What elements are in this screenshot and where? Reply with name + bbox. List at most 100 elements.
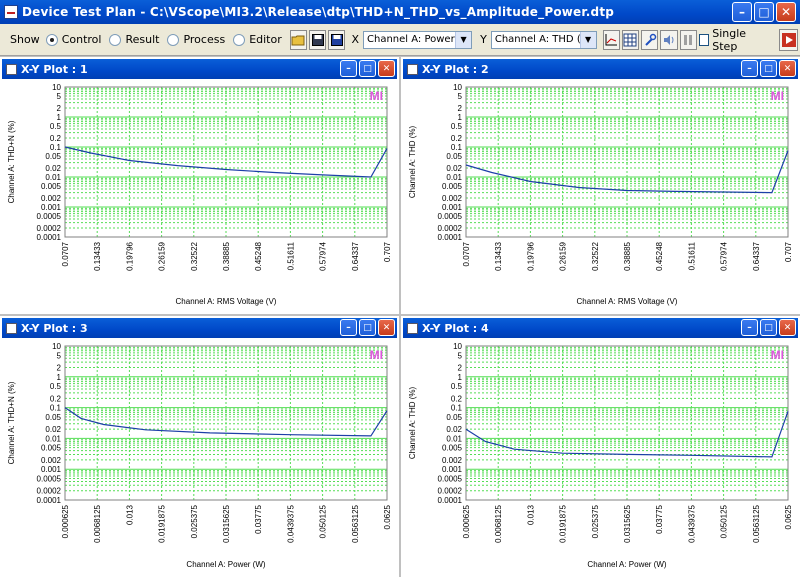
y-axis-title: Channel A: THD+N (%): [7, 120, 16, 203]
wrench-icon: [644, 33, 656, 46]
y-tick-label: 0.1: [451, 143, 463, 152]
close-button[interactable]: ✕: [779, 319, 796, 336]
plot-window-3-title: X-Y Plot : 3: [21, 321, 88, 335]
x-tick-label: 0.050125: [720, 504, 729, 538]
plot-window-3-buttons: – □ ✕: [340, 319, 395, 336]
save-as-button[interactable]: [328, 29, 346, 50]
x-channel-select[interactable]: Channel A: Power (W) ▼: [363, 30, 473, 49]
single-step-checkbox[interactable]: [698, 33, 710, 46]
maximize-button[interactable]: □: [359, 319, 376, 336]
radio-control-label: Control: [61, 33, 102, 46]
open-folder-button[interactable]: [289, 29, 307, 50]
close-button[interactable]: ✕: [378, 319, 395, 336]
minimize-button[interactable]: –: [340, 319, 357, 336]
x-tick-label: 0.0707: [462, 241, 471, 266]
minimize-button[interactable]: –: [732, 2, 752, 22]
x-tick-label: 0.0707: [61, 241, 70, 266]
y-tick-label: 0.001: [442, 465, 463, 474]
y-tick-label: 0.0002: [438, 224, 463, 233]
open-folder-icon: [291, 35, 305, 45]
maximize-button[interactable]: □: [359, 60, 376, 77]
show-label: Show: [10, 33, 40, 46]
y-tick-label: 0.1: [451, 404, 463, 413]
radio-process[interactable]: Process: [167, 33, 225, 46]
maximize-button[interactable]: □: [754, 2, 774, 22]
plot-window-3-titlebar[interactable]: X-Y Plot : 3 – □ ✕: [2, 318, 397, 338]
tools-button[interactable]: [641, 29, 659, 50]
mi-watermark: MI: [370, 89, 383, 103]
y-tick-label: 1: [57, 113, 62, 122]
chevron-down-icon[interactable]: ▼: [455, 31, 472, 48]
maximize-button[interactable]: □: [760, 60, 777, 77]
minimize-button[interactable]: –: [340, 60, 357, 77]
chevron-down-icon[interactable]: ▼: [579, 31, 596, 48]
y-tick-label: 0.5: [451, 382, 463, 391]
y-tick-label: 1: [458, 113, 463, 122]
y-tick-label: 2: [57, 104, 62, 113]
y-tick-label: 0.01: [446, 173, 462, 182]
radio-process-dot[interactable]: [167, 33, 180, 46]
x-tick-label: 0.050125: [319, 504, 328, 538]
save-button[interactable]: [308, 29, 327, 50]
xy-plot-3[interactable]: 105210.50.20.10.050.020.010.0050.0020.00…: [2, 338, 397, 575]
y-tick-label: 0.0005: [438, 474, 463, 483]
close-button[interactable]: ✕: [779, 60, 796, 77]
window-title: Device Test Plan - C:\VScope\MI3.2\Relea…: [22, 5, 615, 19]
close-button[interactable]: ✕: [776, 2, 796, 22]
radio-control[interactable]: Control: [45, 33, 102, 46]
radio-result-dot[interactable]: [109, 33, 122, 46]
close-button[interactable]: ✕: [378, 60, 395, 77]
radio-result[interactable]: Result: [109, 33, 159, 46]
plot-window-icon: [407, 322, 418, 334]
x-tick-label: 0.0315625: [222, 504, 231, 542]
x-tick-label: 0.025375: [190, 504, 199, 538]
plot-window-2-titlebar[interactable]: X-Y Plot : 2 – □ ✕: [403, 59, 798, 79]
plot-window-4-titlebar[interactable]: X-Y Plot : 4 – □ ✕: [403, 318, 798, 338]
x-tick-label: 0.0191875: [158, 504, 167, 542]
x-tick-label: 0.57974: [319, 241, 328, 270]
xy-plot-1[interactable]: 105210.50.20.10.050.020.010.0050.0020.00…: [2, 79, 397, 312]
x-tick-label: 0.26159: [559, 241, 568, 270]
plot-window-4-title: X-Y Plot : 4: [422, 321, 489, 335]
run-button[interactable]: [779, 28, 798, 51]
table-button[interactable]: [621, 29, 640, 50]
y-tick-label: 0.2: [50, 134, 62, 143]
y-tick-label: 10: [453, 83, 462, 92]
mi-watermark: MI: [370, 348, 383, 362]
caption-buttons: – □ ✕: [732, 2, 796, 22]
minimize-button[interactable]: –: [741, 319, 758, 336]
xy-plot-4[interactable]: 105210.50.20.10.050.020.010.0050.0020.00…: [403, 338, 798, 575]
plot-type-button[interactable]: [602, 29, 620, 50]
pause-button[interactable]: [679, 29, 697, 50]
x-tick-label: 0.38885: [623, 241, 632, 270]
x-tick-label: 0.45248: [254, 241, 263, 270]
y-tick-label: 0.1: [50, 404, 62, 413]
plot-window-4-buttons: – □ ✕: [741, 319, 796, 336]
y-tick-label: 0.0001: [438, 233, 463, 242]
audio-button[interactable]: [660, 29, 678, 50]
radio-control-dot[interactable]: [45, 33, 58, 46]
plot-window-3[interactable]: X-Y Plot : 3 – □ ✕ 10 5 2 1 0.5 0.2 0.1 0.05 0.0…: [0, 316, 399, 577]
main-titlebar[interactable]: Device Test Plan - C:\VScope\MI3.2\Relea…: [0, 0, 800, 24]
maximize-button[interactable]: □: [760, 319, 777, 336]
y-channel-select[interactable]: Channel A: THD (%) ▼: [490, 30, 597, 49]
plot-window-2-title: X-Y Plot : 2: [422, 62, 489, 76]
plot-window-1[interactable]: X-Y Plot : 1 – □ ✕ 10 5 2 1 0.5 0.2 0.1 0.05 0.0…: [0, 57, 399, 314]
y-tick-label: 0.05: [446, 152, 462, 161]
x-tick-label: 0.45248: [655, 241, 664, 270]
plot-window-2[interactable]: X-Y Plot : 2 – □ ✕ 10 5 2 1 0.5 0.2 0.1 0.05 0.0…: [401, 57, 800, 314]
radio-editor-dot[interactable]: [233, 33, 246, 46]
y-tick-label: 0.005: [41, 182, 62, 191]
y-tick-label: 1: [57, 373, 62, 382]
x-tick-label: 0.13433: [93, 241, 102, 270]
plot-window-1-titlebar[interactable]: X-Y Plot : 1 – □ ✕: [2, 59, 397, 79]
plot-window-4[interactable]: X-Y Plot : 4 – □ ✕ 10 5 2 1 0.5 0.2 0.1 0.05 0.0…: [401, 316, 800, 577]
minimize-button[interactable]: –: [741, 60, 758, 77]
y-tick-label: 0.0002: [37, 487, 62, 496]
x-axis-label: X: [351, 33, 359, 46]
xy-plot-2[interactable]: 105210.50.20.10.050.020.010.0050.0020.00…: [403, 79, 798, 312]
x-tick-label: 0.0563125: [351, 504, 360, 542]
radio-editor[interactable]: Editor: [233, 33, 282, 46]
y-axis-title: Channel A: THD (%): [408, 126, 417, 199]
x-tick-label: 0.000625: [61, 504, 70, 538]
